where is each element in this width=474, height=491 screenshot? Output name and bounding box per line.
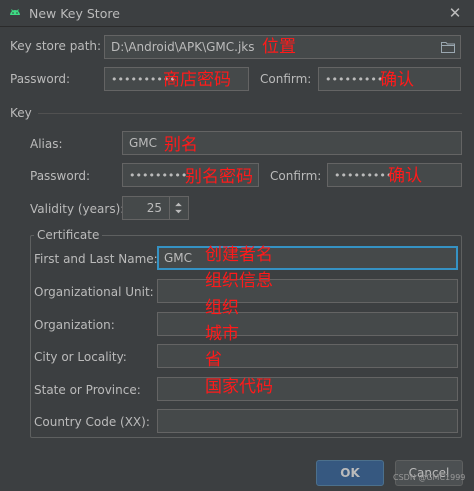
cert-label-organization: Organization: (34, 318, 115, 332)
cert-label-org-unit: Organizational Unit: (34, 285, 154, 299)
key-password-value: ••••••••• (129, 169, 188, 182)
key-store-path-label: Key store path: (10, 39, 102, 53)
folder-icon[interactable] (441, 41, 455, 53)
alias-value: GMC (129, 136, 158, 150)
city-field[interactable] (157, 344, 458, 368)
title-bar: New Key Store ✕ (0, 0, 474, 27)
validity-value: 25 (146, 201, 162, 215)
annotation-location: 位置 (262, 37, 296, 57)
annotation-org-info: 组织信息 (205, 271, 273, 291)
cert-label-state: State or Province: (34, 383, 141, 397)
key-section-label: Key (10, 106, 32, 120)
keystore-confirm-value: ••••••••• (325, 73, 384, 86)
close-icon: ✕ (448, 4, 462, 22)
key-store-path-value: D:\Android\APK\GMC.jks (111, 40, 255, 54)
organization-field[interactable] (157, 312, 458, 336)
cert-label-country: Country Code (XX): (34, 415, 150, 429)
annotation-alias: 别名 (164, 135, 198, 155)
close-button[interactable]: ✕ (442, 2, 468, 24)
cert-label-city: City or Locality: (34, 350, 127, 364)
state-field[interactable] (157, 377, 458, 401)
first-last-name-value: GMC (164, 251, 193, 265)
annotation-province: 省 (205, 350, 222, 370)
validity-label: Validity (years): (30, 202, 125, 216)
validity-spinner[interactable]: 25 (122, 196, 189, 220)
certificate-group-title: Certificate (34, 228, 103, 242)
organizational-unit-field[interactable] (157, 279, 458, 303)
watermark: CSDN @GMC1999 (393, 473, 466, 482)
annotation-city: 城市 (205, 324, 239, 344)
alias-label: Alias: (30, 137, 63, 151)
keystore-password-label: Password: (10, 72, 71, 86)
key-confirm-value: ••••••••• (334, 169, 393, 182)
keystore-confirm-label: Confirm: (260, 72, 312, 86)
annotation-alias-password: 别名密码 (185, 167, 253, 187)
spinner-arrows-icon[interactable] (169, 197, 187, 219)
annotation-organization: 组织 (205, 298, 239, 318)
annotation-confirm-1: 确认 (380, 70, 414, 90)
window-title: New Key Store (29, 6, 120, 21)
annotation-store-password: 商店密码 (163, 70, 231, 90)
first-last-name-field[interactable]: GMC (157, 246, 458, 270)
cert-label-name: First and Last Name: (34, 252, 158, 266)
key-section-divider (38, 113, 462, 114)
annotation-country-code: 国家代码 (205, 377, 273, 397)
android-icon (10, 9, 20, 15)
key-password-label: Password: (30, 169, 91, 183)
key-confirm-label: Confirm: (270, 169, 322, 183)
country-code-field[interactable] (157, 409, 458, 433)
annotation-creator-name: 创建者名 (205, 245, 273, 265)
annotation-confirm-2: 确认 (388, 166, 422, 186)
ok-button[interactable]: OK (316, 460, 384, 486)
